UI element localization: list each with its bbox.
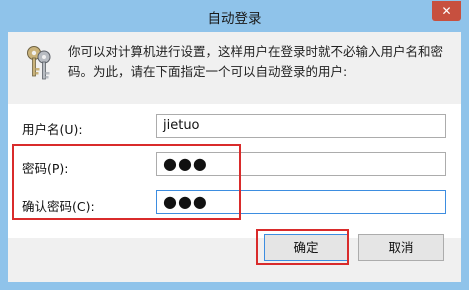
auto-logon-dialog: 自动登录 ✕ 你可以对计算机进行设置，这样用户在登录时就不必输入用户名和密码。为… bbox=[0, 0, 469, 290]
close-button[interactable]: ✕ bbox=[432, 1, 461, 21]
close-icon: ✕ bbox=[441, 4, 452, 18]
credentials-panel: 用户名(U): jietuo 密码(P): ●●● 确认密码(C): ●●● bbox=[8, 104, 461, 238]
keys-icon bbox=[27, 46, 51, 80]
password-highlight-box bbox=[12, 144, 241, 220]
ok-highlight-box bbox=[256, 229, 349, 265]
title-bar[interactable]: 自动登录 ✕ bbox=[0, 0, 469, 32]
dialog-body: 你可以对计算机进行设置，这样用户在登录时就不必输入用户名和密码。为此，请在下面指… bbox=[8, 32, 461, 282]
username-label: 用户名(U): bbox=[22, 122, 83, 137]
username-value: jietuo bbox=[163, 118, 200, 133]
cancel-button[interactable]: 取消 bbox=[358, 234, 444, 261]
window-title: 自动登录 bbox=[207, 11, 262, 27]
username-field[interactable]: jietuo bbox=[156, 114, 446, 138]
description-text: 你可以对计算机进行设置，这样用户在登录时就不必输入用户名和密码。为此，请在下面指… bbox=[68, 44, 444, 79]
